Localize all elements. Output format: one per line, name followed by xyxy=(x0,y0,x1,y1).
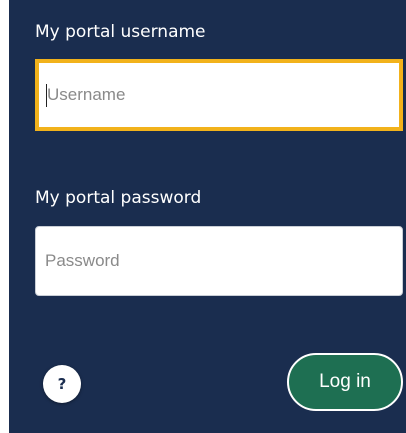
help-button[interactable]: ? xyxy=(43,365,81,403)
login-panel: My portal username My portal password ? … xyxy=(9,0,406,433)
password-input[interactable] xyxy=(35,226,403,296)
login-button[interactable]: Log in xyxy=(287,353,403,411)
question-mark-icon: ? xyxy=(57,375,67,393)
username-label: My portal username xyxy=(35,22,206,42)
text-cursor xyxy=(46,84,47,107)
username-input[interactable] xyxy=(35,59,403,131)
password-label: My portal password xyxy=(35,188,202,208)
